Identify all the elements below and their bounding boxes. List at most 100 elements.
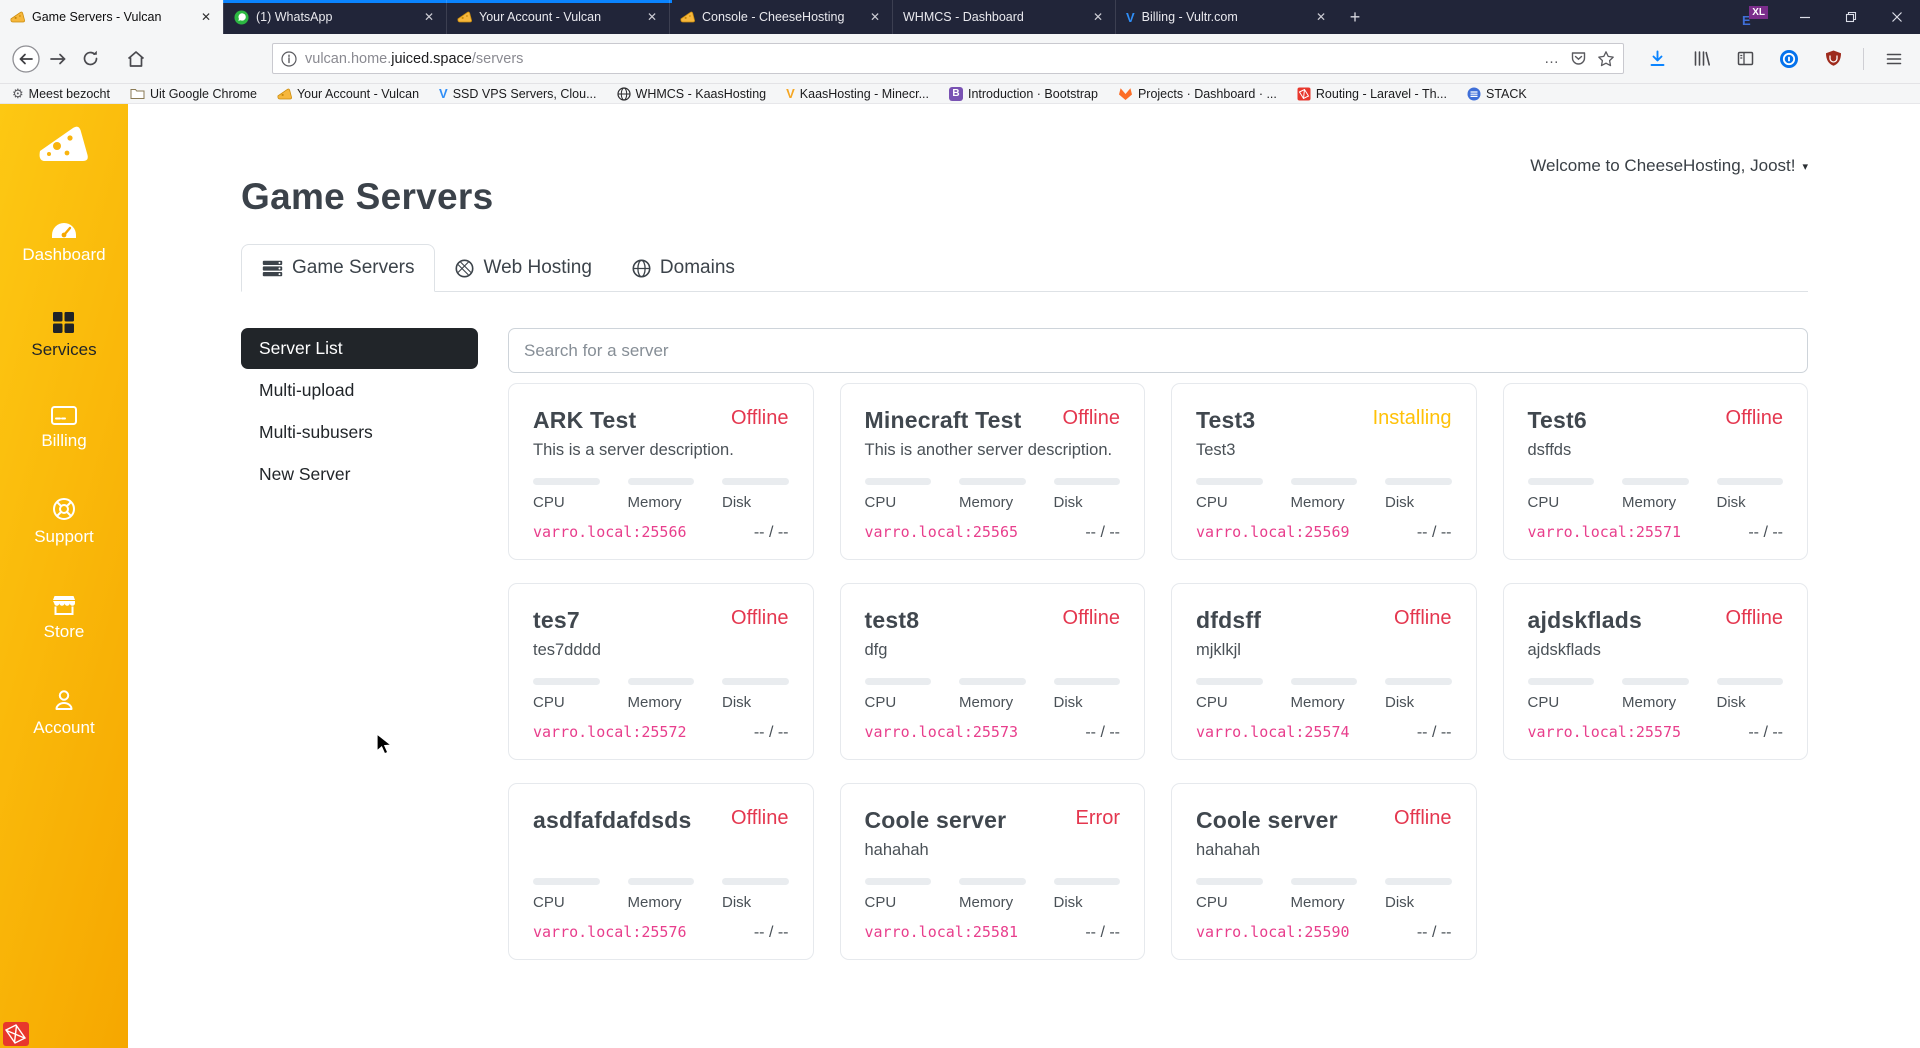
downloads-icon[interactable] (1641, 43, 1673, 75)
server-usage: -- / -- (1416, 724, 1452, 741)
laravel-overlay-icon (2, 1021, 30, 1047)
server-card[interactable]: Coole server Error hahahah CPU Memory Disk … (839, 783, 1145, 960)
server-card[interactable]: ARK Test Offline This is a server descrip… (508, 383, 814, 560)
tab-close-icon[interactable]: ✕ (643, 9, 661, 25)
url-text[interactable]: vulcan.home.juiced.space/servers (305, 51, 1536, 67)
gear-icon: ⚙ (12, 85, 24, 101)
sidebar-item-label: Support (34, 527, 94, 546)
tab-web-hosting[interactable]: Web Hosting (435, 244, 611, 292)
window-minimize-button[interactable] (1782, 0, 1828, 34)
sidebar-item-dashboard[interactable]: Dashboard (22, 222, 106, 265)
cheesehosting-logo[interactable] (36, 122, 92, 170)
bookmarks-bar: ⚙ Meest bezocht Uit Google Chrome Your Ac… (0, 84, 1920, 104)
browser-tab-vultr[interactable]: V Billing - Vultr.com ✕ (1115, 0, 1338, 34)
server-description: This is a server description. (533, 441, 734, 459)
server-name: Coole server (1196, 807, 1338, 833)
sidebar-item-billing[interactable]: Billing (41, 406, 87, 451)
bookmark-star-icon[interactable] (1597, 50, 1615, 68)
account-person-icon (52, 688, 76, 712)
bookmark-laravel[interactable]: Routing - Laravel - Th... (1297, 87, 1447, 101)
home-button[interactable] (120, 43, 152, 75)
bookmark-whmcs-kaashosting[interactable]: WHMCS - KaasHosting (616, 86, 766, 101)
memory-label: Memory (627, 694, 682, 711)
globe-icon (616, 86, 631, 101)
server-address: varro.local:25576 (533, 923, 687, 941)
server-status: Installing (1372, 407, 1452, 429)
server-description: hahahah (864, 841, 929, 859)
new-tab-button[interactable]: + (1338, 0, 1372, 34)
nav-new-server[interactable]: New Server (241, 454, 478, 495)
tab-close-icon[interactable]: ✕ (1089, 9, 1107, 25)
cpu-label: CPU (864, 494, 897, 511)
server-address: varro.local:25566 (533, 523, 687, 541)
bookmark-meest-bezocht[interactable]: ⚙ Meest bezocht (12, 86, 110, 102)
app-sidebar: Dashboard Services Billing Support Store… (0, 104, 128, 1048)
nav-multi-subusers[interactable]: Multi-subusers (241, 412, 478, 453)
sidebar-toggle-icon[interactable] (1729, 43, 1761, 75)
library-icon[interactable] (1685, 43, 1717, 75)
server-status: Offline (731, 607, 789, 629)
server-card[interactable]: test8 Offline dfg CPU Memory Disk varro.loc… (839, 583, 1145, 760)
sidebar-nav: Dashboard Services Billing Support Store… (22, 222, 106, 784)
bookmark-gitlab[interactable]: Projects · Dashboard · ... (1118, 87, 1277, 101)
page-viewport: Dashboard Services Billing Support Store… (0, 104, 1920, 1048)
server-name: Test3 (1196, 407, 1256, 433)
memory-bar (1622, 678, 1689, 685)
bookmark-vultr[interactable]: V SSD VPS Servers, Clou... (439, 86, 596, 101)
browser-titlebar: Game Servers - Vulcan ✕ (1) WhatsApp ✕ Y… (0, 0, 1920, 34)
nav-server-list[interactable]: Server List (241, 328, 478, 369)
tab-domains[interactable]: Domains (612, 244, 755, 292)
window-close-button[interactable] (1874, 0, 1920, 34)
server-address: varro.local:25571 (1527, 523, 1682, 541)
server-usage: -- / -- (1085, 924, 1120, 941)
site-info-icon[interactable] (281, 50, 297, 67)
bookmark-your-account[interactable]: Your Account - Vulcan (277, 87, 419, 101)
server-card[interactable]: tes7 Offline tes7dddd CPU Memory Disk varro… (508, 583, 814, 760)
reload-button[interactable] (74, 43, 106, 75)
sidebar-item-account[interactable]: Account (33, 688, 95, 738)
ublock-icon[interactable] (1817, 43, 1849, 75)
memory-bar (1622, 478, 1689, 485)
bookmark-kaashosting-minecraft[interactable]: V KaasHosting - Minecr... (786, 86, 929, 101)
browser-tab-whatsapp[interactable]: (1) WhatsApp ✕ (223, 0, 446, 34)
sidebar-item-services[interactable]: Services (31, 311, 97, 360)
gitlab-icon (1118, 87, 1133, 101)
bookmark-bootstrap[interactable]: B Introduction · Bootstrap (949, 86, 1098, 101)
sidebar-item-store[interactable]: Store (44, 593, 84, 642)
disk-bar (1053, 478, 1120, 485)
server-card[interactable]: dfdsff Offline mjklkjl CPU Memory Disk varr… (1171, 583, 1477, 760)
tab-close-icon[interactable]: ✕ (197, 9, 215, 25)
sidebar-item-support[interactable]: Support (34, 497, 94, 547)
vultr-icon: V (439, 86, 448, 101)
cpu-bar (1527, 678, 1594, 685)
window-restore-button[interactable] (1828, 0, 1874, 34)
tab-close-icon[interactable]: ✕ (1312, 9, 1330, 25)
bookmark-folder-chrome[interactable]: Uit Google Chrome (130, 87, 257, 101)
memory-label: Memory (1290, 694, 1345, 711)
browser-tab-console[interactable]: Console - CheeseHosting ✕ (669, 0, 892, 34)
url-bar[interactable]: vulcan.home.juiced.space/servers … (272, 43, 1624, 74)
server-search-input[interactable] (508, 328, 1808, 373)
browser-tab-game-servers[interactable]: Game Servers - Vulcan ✕ (0, 0, 223, 34)
pocket-icon[interactable] (1570, 50, 1587, 67)
browser-tab-whmcs[interactable]: WHMCS - Dashboard ✕ (892, 0, 1115, 34)
back-button[interactable] (10, 43, 42, 75)
server-card[interactable]: Test3 Installing Test3 CPU Memory Disk varr… (1171, 383, 1477, 560)
server-card[interactable]: Coole server Offline hahahah CPU Memory Dis… (1171, 783, 1477, 960)
onepassword-icon[interactable] (1773, 43, 1805, 75)
page-actions-icon[interactable]: … (1544, 50, 1560, 67)
menu-icon[interactable] (1878, 43, 1910, 75)
tab-close-icon[interactable]: ✕ (866, 9, 884, 25)
browser-tab-your-account[interactable]: Your Account - Vulcan ✕ (446, 0, 669, 34)
server-card[interactable]: Minecraft Test Offline This is another se… (839, 383, 1145, 560)
server-card[interactable]: asdfafdafdsds Offline CPU Memory Disk varro… (508, 783, 814, 960)
forward-button[interactable] (42, 43, 74, 75)
tab-close-icon[interactable]: ✕ (420, 9, 438, 25)
tab-game-servers[interactable]: Game Servers (241, 244, 436, 292)
server-card[interactable]: Test6 Offline dsffds CPU Memory Disk varro.… (1502, 383, 1808, 560)
account-dropdown[interactable]: Welcome to CheeseHosting, Joost! ▾ (1530, 156, 1808, 176)
server-card[interactable]: ajdskflads Offline ajdskflads CPU Memory Di… (1502, 583, 1808, 760)
bookmark-stack[interactable]: STACK (1467, 87, 1527, 101)
disk-bar (1716, 678, 1783, 685)
nav-multi-upload[interactable]: Multi-upload (241, 370, 478, 411)
